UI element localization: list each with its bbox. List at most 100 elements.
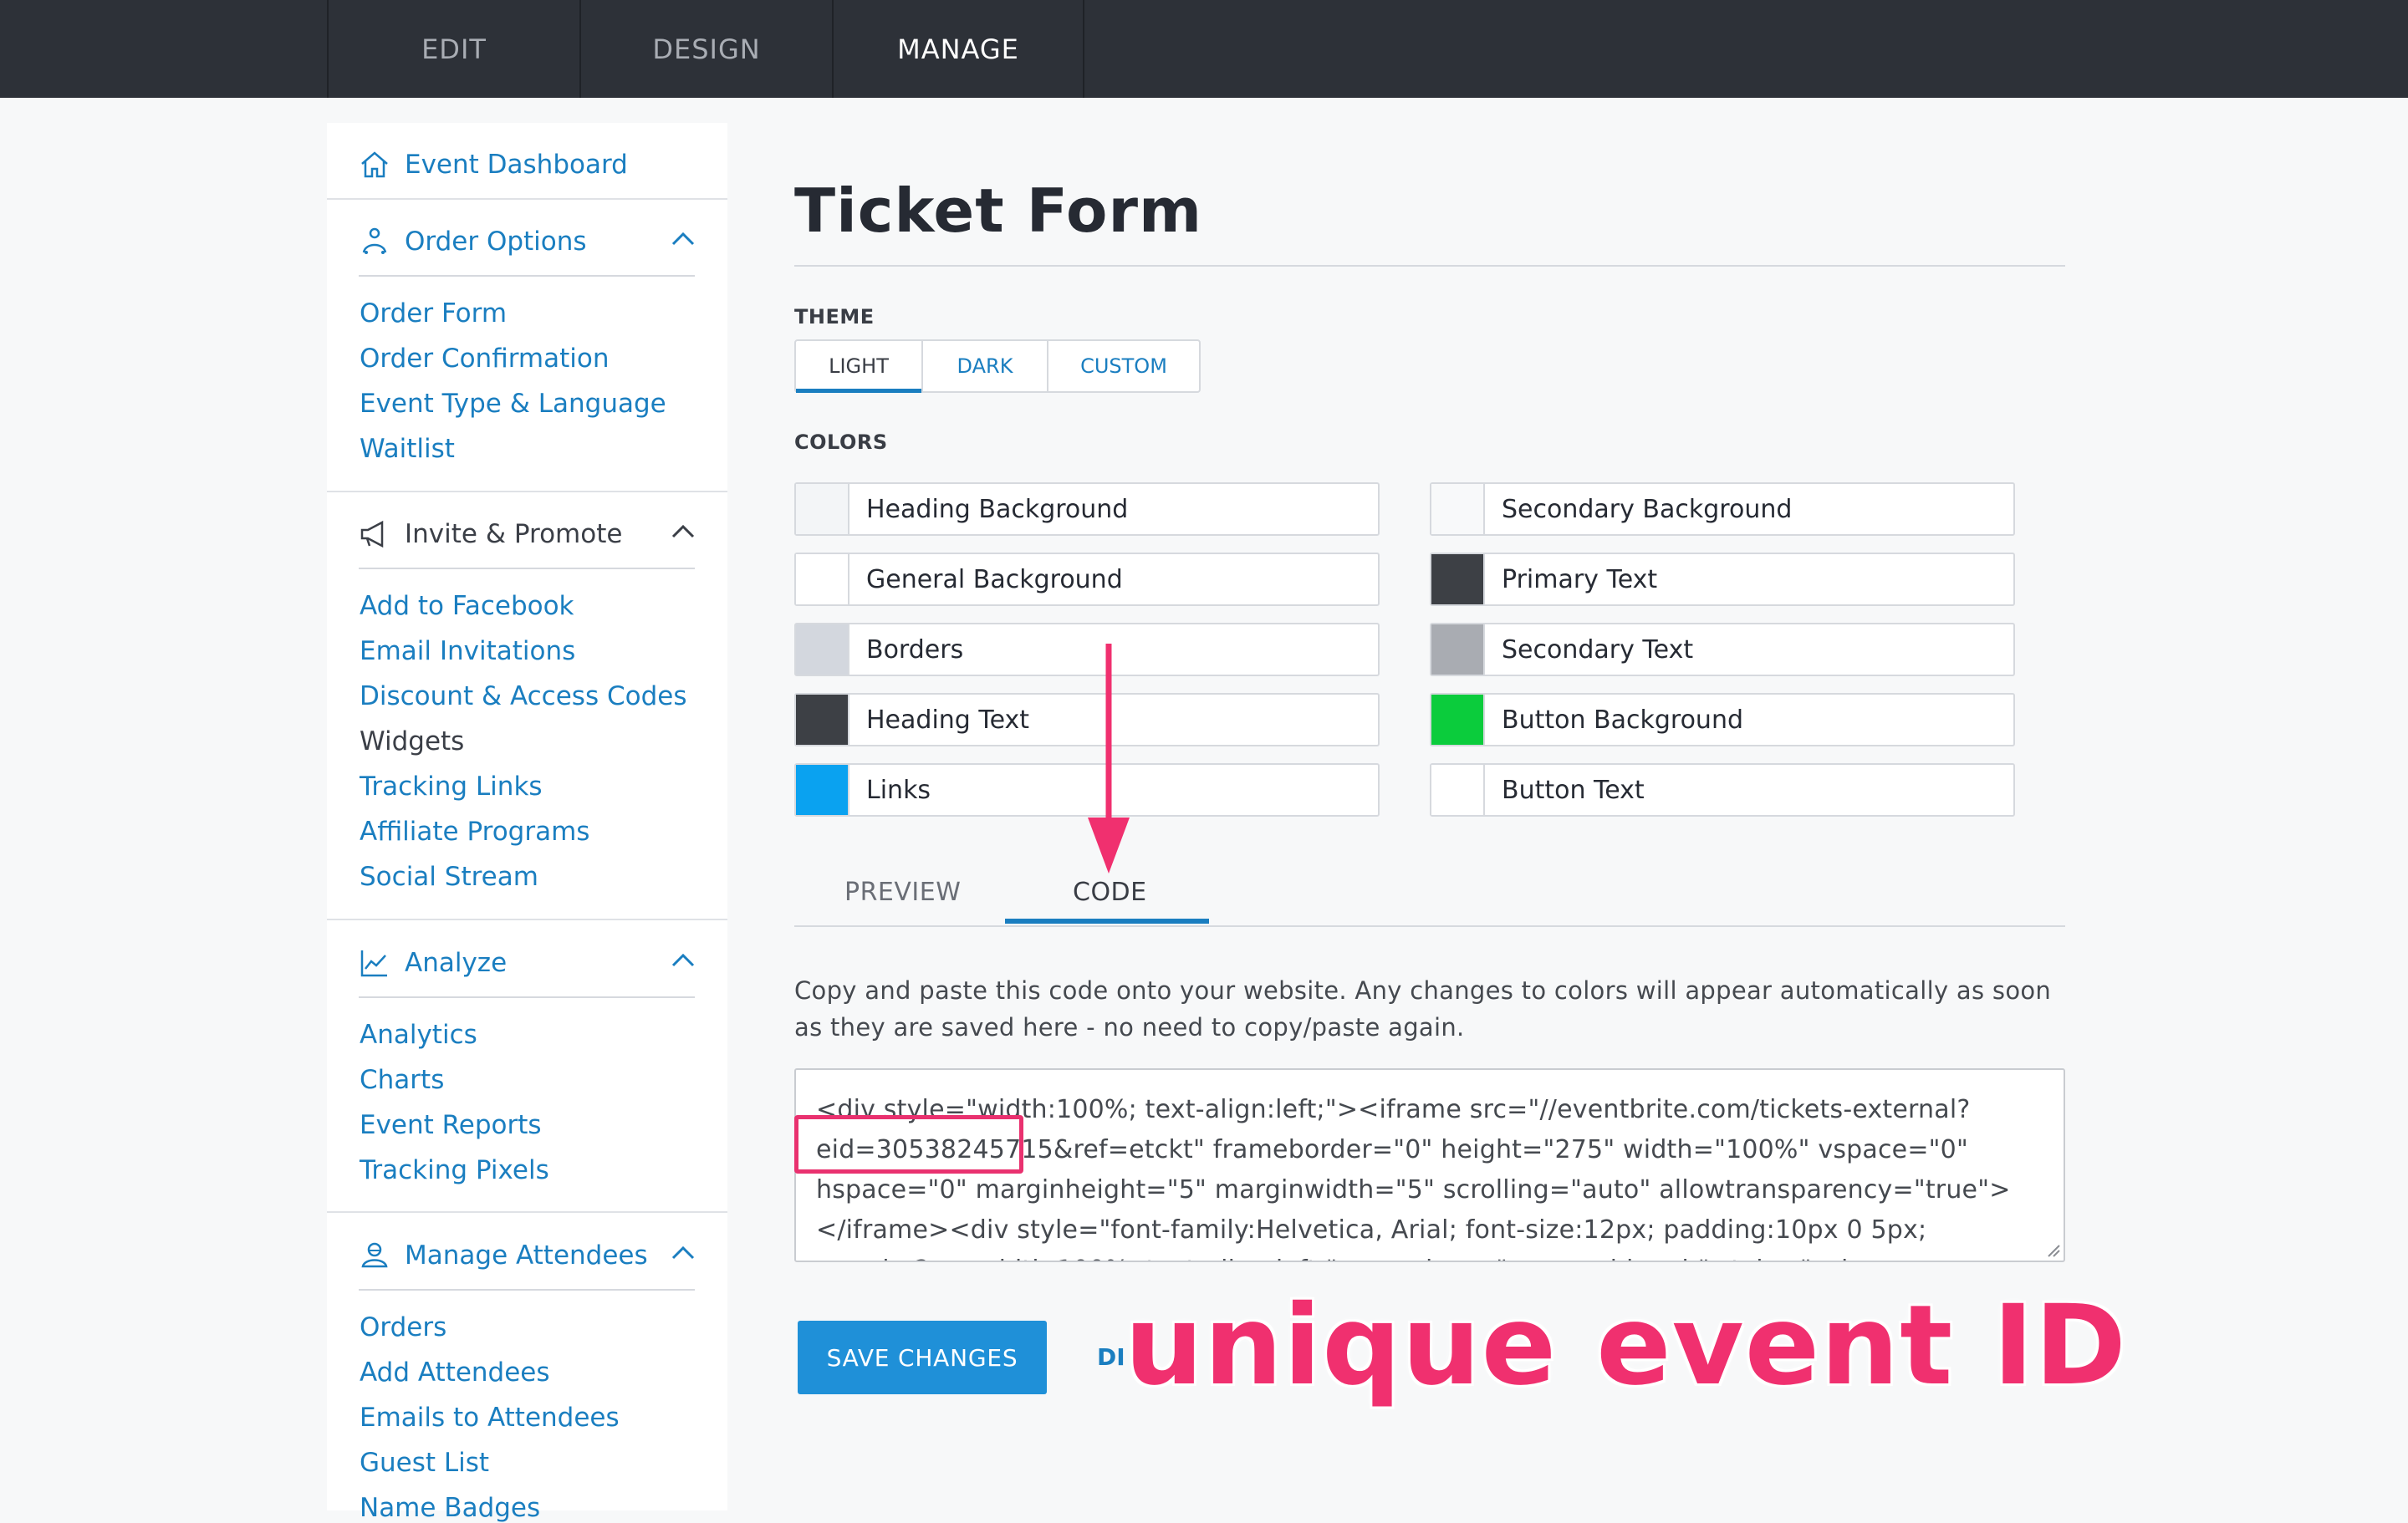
megaphone-icon bbox=[360, 520, 384, 548]
theme-selector: LIGHT DARK CUSTOM bbox=[794, 339, 1201, 393]
sidebar-item-analytics[interactable]: Analytics bbox=[360, 1020, 477, 1050]
home-icon bbox=[361, 151, 388, 178]
divider bbox=[327, 198, 727, 200]
theme-option-light[interactable]: LIGHT bbox=[796, 341, 921, 393]
code-line: </iframe><div style="font-family:Helveti… bbox=[816, 1215, 1927, 1245]
theme-option-custom[interactable]: CUSTOM bbox=[1047, 341, 1199, 391]
theme-option-dark[interactable]: DARK bbox=[921, 341, 1047, 391]
sidebar-section-title: Manage Attendees bbox=[405, 1240, 648, 1271]
color-secondary-text[interactable]: Secondary Text bbox=[1430, 623, 2015, 676]
sidebar-item-tracking-links[interactable]: Tracking Links bbox=[360, 772, 543, 802]
tab-code[interactable]: CODE bbox=[1073, 878, 1147, 907]
color-secondary-background[interactable]: Secondary Background bbox=[1430, 482, 2015, 536]
color-swatch[interactable] bbox=[1431, 484, 1485, 534]
tab-preview[interactable]: PREVIEW bbox=[844, 878, 961, 907]
line-chart-icon bbox=[360, 950, 387, 977]
chevron-up-icon[interactable] bbox=[671, 523, 696, 540]
colors-label: COLORS bbox=[794, 430, 888, 454]
code-instructions: Copy and paste this code onto your websi… bbox=[794, 976, 2052, 1042]
color-swatch[interactable] bbox=[796, 554, 849, 604]
sidebar-item-event-type-language[interactable]: Event Type & Language bbox=[360, 389, 666, 419]
sidebar-item-guest-list[interactable]: Guest List bbox=[360, 1448, 489, 1478]
color-swatch[interactable] bbox=[796, 695, 849, 745]
tab-design[interactable]: DESIGN bbox=[579, 0, 832, 98]
discard-link[interactable]: DI bbox=[1097, 1343, 1125, 1371]
color-label: Links bbox=[866, 775, 931, 805]
color-swatch[interactable] bbox=[1431, 624, 1485, 675]
divider bbox=[327, 919, 727, 920]
sidebar-item-emails-to-attendees[interactable]: Emails to Attendees bbox=[360, 1403, 620, 1433]
sidebar: Event Dashboard Order Options Order Form… bbox=[327, 123, 727, 1523]
page-title: Ticket Form bbox=[794, 176, 1202, 246]
annotation-label: unique event ID bbox=[1125, 1281, 2127, 1410]
sidebar-section-title: Order Options bbox=[405, 227, 587, 257]
divider bbox=[327, 491, 727, 492]
divider bbox=[359, 1289, 695, 1291]
sidebar-item-event-dashboard[interactable]: Event Dashboard bbox=[327, 127, 727, 202]
active-tab-indicator bbox=[1005, 919, 1209, 924]
sidebar-item-social-stream[interactable]: Social Stream bbox=[360, 862, 538, 892]
color-swatch[interactable] bbox=[796, 624, 849, 675]
color-heading-background[interactable]: Heading Background bbox=[794, 482, 1380, 536]
color-label: Primary Text bbox=[1502, 564, 1658, 594]
divider bbox=[794, 265, 2065, 267]
color-swatch[interactable] bbox=[796, 484, 849, 534]
sidebar-item-charts[interactable]: Charts bbox=[360, 1065, 444, 1095]
sidebar-item-add-attendees[interactable]: Add Attendees bbox=[360, 1357, 550, 1388]
color-swatch[interactable] bbox=[796, 765, 849, 815]
color-primary-text[interactable]: Primary Text bbox=[1430, 553, 2015, 606]
color-label: Borders bbox=[866, 634, 964, 665]
sidebar-item-discount-codes[interactable]: Discount & Access Codes bbox=[360, 681, 686, 711]
color-swatch[interactable] bbox=[1431, 765, 1485, 815]
sidebar-item-order-confirmation[interactable]: Order Confirmation bbox=[360, 344, 610, 374]
color-swatch[interactable] bbox=[1431, 695, 1485, 745]
sidebar-item-add-to-facebook[interactable]: Add to Facebook bbox=[360, 591, 574, 621]
sidebar-item-email-invitations[interactable]: Email Invitations bbox=[360, 636, 575, 666]
divider bbox=[794, 925, 2065, 927]
color-button-background[interactable]: Button Background bbox=[1430, 693, 2015, 746]
sidebar-item-label: Event Dashboard bbox=[405, 150, 628, 180]
chevron-up-icon[interactable] bbox=[671, 952, 696, 969]
sidebar-item-tracking-pixels[interactable]: Tracking Pixels bbox=[360, 1155, 549, 1185]
sidebar-item-widgets[interactable]: Widgets bbox=[360, 726, 464, 756]
sidebar-item-name-badges[interactable]: Name Badges bbox=[360, 1493, 540, 1523]
attendees-icon bbox=[361, 1242, 388, 1268]
divider bbox=[359, 568, 695, 569]
sidebar-item-orders[interactable]: Orders bbox=[360, 1312, 446, 1342]
tab-manage[interactable]: MANAGE bbox=[832, 0, 1084, 98]
color-label: Secondary Text bbox=[1502, 634, 1694, 665]
sidebar-item-order-form[interactable]: Order Form bbox=[360, 298, 507, 329]
color-label: Secondary Background bbox=[1502, 494, 1793, 524]
color-label: Heading Background bbox=[866, 494, 1129, 524]
divider bbox=[327, 1211, 727, 1213]
divider bbox=[359, 996, 695, 998]
sidebar-section-manage-attendees[interactable]: Manage Attendees bbox=[327, 1218, 727, 1293]
color-label: Heading Text bbox=[866, 705, 1030, 735]
chevron-up-icon[interactable] bbox=[671, 231, 696, 247]
color-button-text[interactable]: Button Text bbox=[1430, 763, 2015, 817]
color-swatch[interactable] bbox=[1431, 554, 1485, 604]
color-label: Button Background bbox=[1502, 705, 1743, 735]
sidebar-section-title: Invite & Promote bbox=[405, 519, 623, 549]
tab-edit[interactable]: EDIT bbox=[327, 0, 579, 98]
theme-label: THEME bbox=[794, 305, 875, 329]
top-navigation: EDIT DESIGN MANAGE bbox=[0, 0, 2408, 98]
sidebar-section-invite-promote[interactable]: Invite & Promote bbox=[327, 497, 727, 572]
resize-handle-icon[interactable] bbox=[2045, 1242, 2060, 1257]
sidebar-section-order-options[interactable]: Order Options bbox=[327, 204, 727, 279]
people-icon bbox=[362, 227, 387, 254]
color-general-background[interactable]: General Background bbox=[794, 553, 1380, 606]
sidebar-item-waitlist[interactable]: Waitlist bbox=[360, 434, 455, 464]
code-line: hspace="0" marginheight="5" marginwidth=… bbox=[816, 1175, 2011, 1205]
event-id-highlight bbox=[794, 1115, 1023, 1174]
sidebar-section-analyze[interactable]: Analyze bbox=[327, 925, 727, 1001]
color-label: General Background bbox=[866, 564, 1123, 594]
sidebar-item-affiliate-programs[interactable]: Affiliate Programs bbox=[360, 817, 589, 847]
sidebar-item-event-reports[interactable]: Event Reports bbox=[360, 1110, 542, 1140]
sidebar-section-title: Analyze bbox=[405, 948, 508, 978]
color-label: Button Text bbox=[1502, 775, 1645, 805]
code-line: margin:2px; width:100%; text-align:left;… bbox=[816, 1250, 2043, 1261]
annotation-arrow-icon bbox=[1088, 644, 1130, 874]
save-changes-button[interactable]: SAVE CHANGES bbox=[798, 1321, 1047, 1394]
chevron-up-icon[interactable] bbox=[671, 1245, 696, 1261]
